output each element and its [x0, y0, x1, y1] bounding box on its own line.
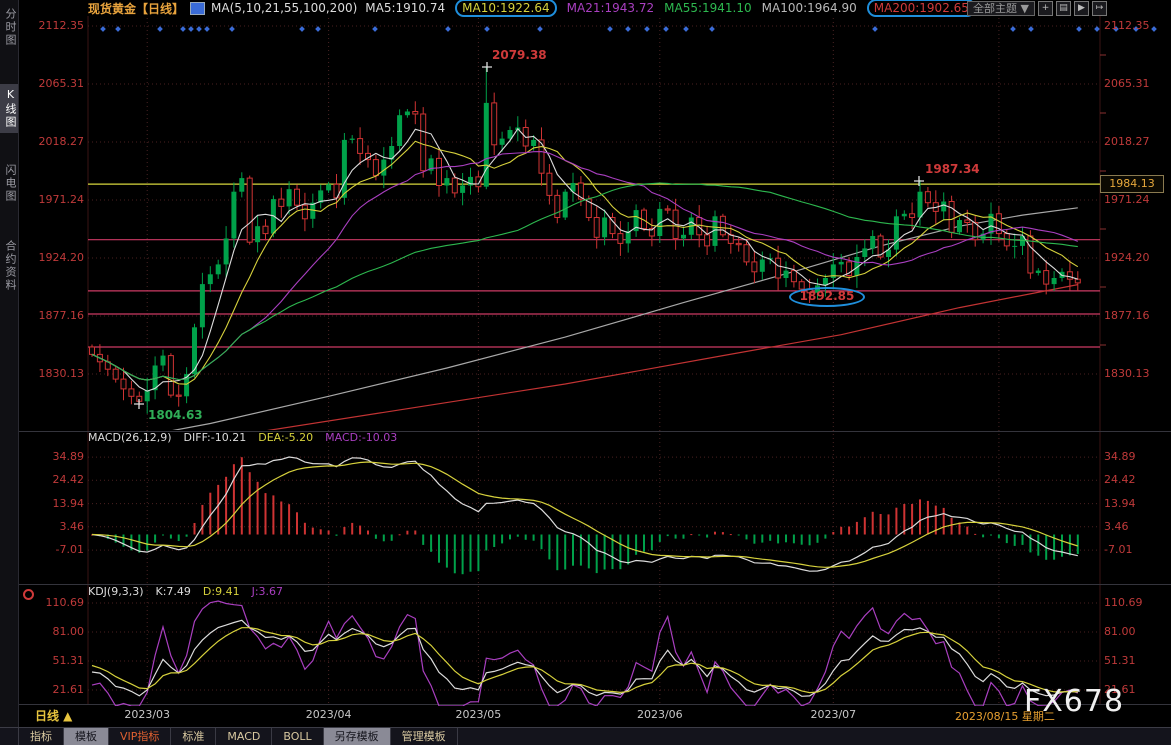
pan-icon[interactable]: + — [1038, 1, 1053, 16]
main-axis-label-left: 2018.27 — [22, 135, 84, 148]
macd-title: MACD(26,12,9) — [88, 431, 172, 444]
exit-icon[interactable]: ↦ — [1092, 1, 1107, 16]
price-annotation: 1987.34 — [925, 162, 980, 176]
main-axis-label-right: 1924.20 — [1104, 251, 1150, 264]
header-controls: 全部主题 ▼ +▤▶↦ — [967, 1, 1107, 16]
sidebar-item-合约资料[interactable]: 合约资料 — [0, 236, 18, 296]
indicator-value: DIFF:-10.21 — [184, 431, 247, 444]
kdj-axis-label-left: 81.00 — [22, 625, 84, 638]
macd-axis-label-left: 24.42 — [22, 473, 84, 486]
kdj-axis-label-left: 110.69 — [22, 596, 84, 609]
macd-axis-label-left: 13.94 — [22, 497, 84, 510]
ma-value: MA100:1964.90 — [762, 1, 857, 15]
time-axis-label: 2023/03 — [124, 708, 170, 721]
chart-thumbnail-icon — [190, 2, 205, 15]
price-annotation: 1892.85 — [789, 287, 865, 307]
tool-icons: +▤▶↦ — [1038, 1, 1107, 16]
tab-另存模板[interactable]: 另存模板 — [324, 728, 391, 745]
kdj-values: K:7.49 D:9.41 J:3.67 — [156, 585, 284, 598]
price-annotation: 1804.63 — [148, 408, 203, 422]
macd-values: DIFF:-10.21 DEA:-5.20 MACD:-10.03 — [184, 431, 398, 444]
main-axis-label-left: 1924.20 — [22, 251, 84, 264]
kdj-panel-header: KDJ(9,3,3) K:7.49 D:9.41 J:3.67 — [88, 585, 283, 598]
tab-标准[interactable]: 标准 — [171, 728, 216, 745]
macd-axis-label-right: 3.46 — [1104, 520, 1129, 533]
indicator-tabbar: 指标模板VIP指标标准MACDBOLL另存模板管理模板 — [0, 727, 1171, 745]
time-axis-label: 2023/04 — [306, 708, 352, 721]
time-axis-label: 2023/06 — [637, 708, 683, 721]
theme-dropdown[interactable]: 全部主题 ▼ — [967, 1, 1035, 16]
macd-axis-label-left: 3.46 — [22, 520, 84, 533]
macd-axis-label-right: 34.89 — [1104, 450, 1136, 463]
tab-指标[interactable]: 指标 — [18, 728, 64, 745]
tab-VIP指标[interactable]: VIP指标 — [109, 728, 171, 745]
main-axis-label-right: 2018.27 — [1104, 135, 1150, 148]
price-alert-tag: 1984.13 — [1100, 175, 1164, 193]
main-axis-label-left: 1971.24 — [22, 193, 84, 206]
macd-axis-label-right: -7.01 — [1104, 543, 1132, 556]
time-axis-label: 2023/05 — [456, 708, 502, 721]
tab-MACD[interactable]: MACD — [216, 728, 272, 745]
ma-value: MA200:1902.65 — [867, 0, 976, 17]
ma-settings-label: MA(5,10,21,55,100,200) — [211, 1, 357, 15]
time-axis-label: 2023/07 — [810, 708, 856, 721]
macd-axis-label-right: 13.94 — [1104, 497, 1136, 510]
kdj-axis-label-right: 81.00 — [1104, 625, 1136, 638]
main-axis-label-left: 1877.16 — [22, 309, 84, 322]
chart-canvas[interactable] — [0, 0, 1171, 745]
ma-value: MA55:1941.10 — [664, 1, 752, 15]
indicator-value: DEA:-5.20 — [258, 431, 313, 444]
symbol-title: 现货黄金【日线】 — [88, 0, 184, 17]
chart-type-sidebar: 分时图 K线图闪电图合约资料 — [0, 0, 19, 745]
panel-next-icon[interactable]: ▶ — [1074, 1, 1089, 16]
trading-app: 分时图 K线图闪电图合约资料 现货黄金【日线】 MA(5,10,21,55,100… — [0, 0, 1171, 745]
indicator-value: MACD:-10.03 — [325, 431, 397, 444]
fx678-watermark: FX678 — [1024, 684, 1124, 719]
chart-header: 现货黄金【日线】 MA(5,10,21,55,100,200) MA5:1910… — [18, 0, 1171, 16]
macd-axis-label-left: -7.01 — [22, 543, 84, 556]
tab-BOLL[interactable]: BOLL — [272, 728, 323, 745]
ma-value: MA21:1943.72 — [567, 1, 655, 15]
macd-axis-label-left: 34.89 — [22, 450, 84, 463]
main-axis-label-left: 2065.31 — [22, 77, 84, 90]
panel-layout-icon[interactable]: ▤ — [1056, 1, 1071, 16]
ma-value: MA5:1910.74 — [365, 1, 445, 15]
ma-value: MA10:1922.64 — [455, 0, 557, 17]
tab-模板[interactable]: 模板 — [64, 728, 109, 745]
kdj-axis-label-right: 51.31 — [1104, 654, 1136, 667]
ma-values: MA5:1910.74 MA10:1922.64 MA21:1943.72 MA55:… — [365, 1, 976, 15]
tab-管理模板[interactable]: 管理模板 — [391, 728, 458, 745]
main-axis-label-right: 2112.35 — [1104, 19, 1150, 32]
sidebar-item-分时图[interactable]: 分时图 — [0, 4, 18, 51]
main-axis-label-right: 2065.31 — [1104, 77, 1150, 90]
main-axis-label-left: 1830.13 — [22, 367, 84, 380]
kdj-axis-label-left: 21.61 — [22, 683, 84, 696]
indicator-value: D:9.41 — [203, 585, 240, 598]
price-annotation: 2079.38 — [492, 48, 547, 62]
main-axis-label-right: 1877.16 — [1104, 309, 1150, 322]
kdj-axis-label-left: 51.31 — [22, 654, 84, 667]
indicator-value: J:3.67 — [252, 585, 283, 598]
macd-panel-header: MACD(26,12,9) DIFF:-10.21 DEA:-5.20 MACD:-… — [88, 431, 397, 444]
main-axis-label-right: 1830.13 — [1104, 367, 1150, 380]
macd-axis-label-right: 24.42 — [1104, 473, 1136, 486]
sidebar-item-K线图[interactable]: K线图 — [0, 84, 18, 133]
interval-selector[interactable]: 日线 ▲ — [35, 707, 72, 724]
main-axis-label-right: 1971.24 — [1104, 193, 1150, 206]
kdj-title: KDJ(9,3,3) — [88, 585, 144, 598]
kdj-axis-label-right: 110.69 — [1104, 596, 1143, 609]
sidebar-item-闪电图[interactable]: 闪电图 — [0, 160, 18, 207]
main-axis-label-left: 2112.35 — [22, 19, 84, 32]
indicator-value: K:7.49 — [156, 585, 191, 598]
